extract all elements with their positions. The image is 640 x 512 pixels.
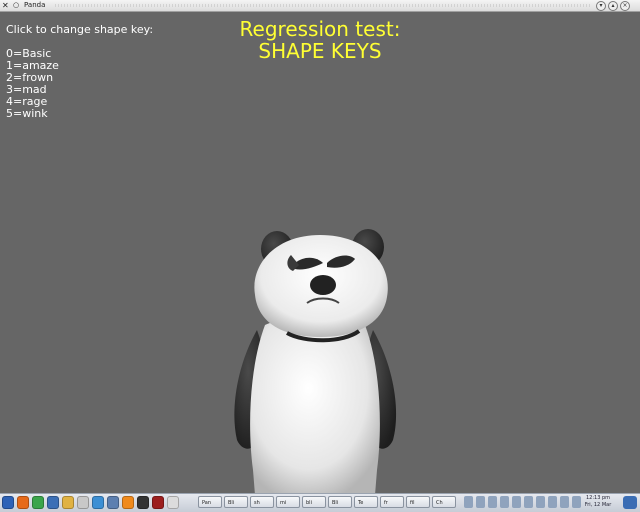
taskbar-task-3[interactable]: mi [276, 496, 300, 508]
terminal-icon[interactable] [137, 496, 149, 509]
text-editor-icon[interactable] [77, 496, 89, 509]
show-desktop-icon[interactable] [623, 496, 637, 509]
vlc-icon[interactable] [122, 496, 134, 509]
taskbar-tasks: Pan Bli sh mi bli Bli Te fr fil Ch [198, 496, 456, 508]
taskbar-launchers [2, 496, 179, 509]
tray-icon-3[interactable] [500, 496, 509, 508]
tray-icon-6[interactable] [536, 496, 545, 508]
clock-date: Fri, 12 Mar [584, 502, 612, 508]
kde-menu-icon[interactable] [2, 496, 14, 509]
tray-icon-0[interactable] [464, 496, 473, 508]
shape-key-list: 0=Basic 1=amaze 2=frown 3=mad 4=rage 5=w… [6, 48, 153, 120]
panda-render [234, 229, 397, 495]
taskbar-task-7[interactable]: fr [380, 496, 404, 508]
taskbar-task-4[interactable]: bli [302, 496, 326, 508]
settings-icon[interactable] [107, 496, 119, 509]
shape-key-prompt: Click to change shape key: [6, 23, 154, 36]
panda-nose [310, 275, 336, 295]
taskbar-task-5[interactable]: Bli [328, 496, 352, 508]
x-icon[interactable]: ✕ [2, 0, 9, 11]
tray-icon-1[interactable] [476, 496, 485, 508]
tray-icon-4[interactable] [512, 496, 521, 508]
office-icon[interactable] [152, 496, 164, 509]
taskbar: Pan Bli sh mi bli Bli Te fr fil Ch 12:13 pm Fri, … [0, 493, 640, 512]
taskbar-task-8[interactable]: fil [406, 496, 430, 508]
viewer-icon[interactable] [167, 496, 179, 509]
thunderbird-icon[interactable] [47, 496, 59, 509]
panda-model [225, 225, 405, 495]
shape-key-wink[interactable]: 5=wink [6, 108, 153, 120]
clock-time: 12:13 pm [585, 495, 611, 501]
tray-icon-7[interactable] [548, 496, 557, 508]
chrome-icon[interactable] [32, 496, 44, 509]
tray-icon-5[interactable] [524, 496, 533, 508]
titlebar-stripe [55, 4, 590, 7]
tray-icon-2[interactable] [488, 496, 497, 508]
maximize-button[interactable]: ▴ [608, 1, 618, 11]
close-button[interactable]: × [620, 1, 630, 11]
taskbar-task-6[interactable]: Te [354, 496, 378, 508]
shape-key-panel: Click to change shape key: 0=Basic 1=ama… [6, 24, 153, 120]
window-title: Panda [24, 1, 46, 9]
system-tray [464, 496, 581, 508]
window-titlebar[interactable]: ✕ ○ Panda ▾ ▴ × [0, 0, 640, 12]
folder-icon[interactable] [62, 496, 74, 509]
taskbar-task-0[interactable]: Pan [198, 496, 222, 508]
minimize-button[interactable]: ▾ [596, 1, 606, 11]
network-icon[interactable] [92, 496, 104, 509]
panda-body [250, 317, 380, 495]
taskbar-task-9[interactable]: Ch [432, 496, 456, 508]
taskbar-clock[interactable]: 12:13 pm Fri, 12 Mar [580, 495, 616, 509]
pin-icon[interactable]: ○ [13, 0, 19, 11]
taskbar-task-2[interactable]: sh [250, 496, 274, 508]
tray-icon-8[interactable] [560, 496, 569, 508]
taskbar-task-1[interactable]: Bli [224, 496, 248, 508]
firefox-icon[interactable] [17, 496, 29, 509]
